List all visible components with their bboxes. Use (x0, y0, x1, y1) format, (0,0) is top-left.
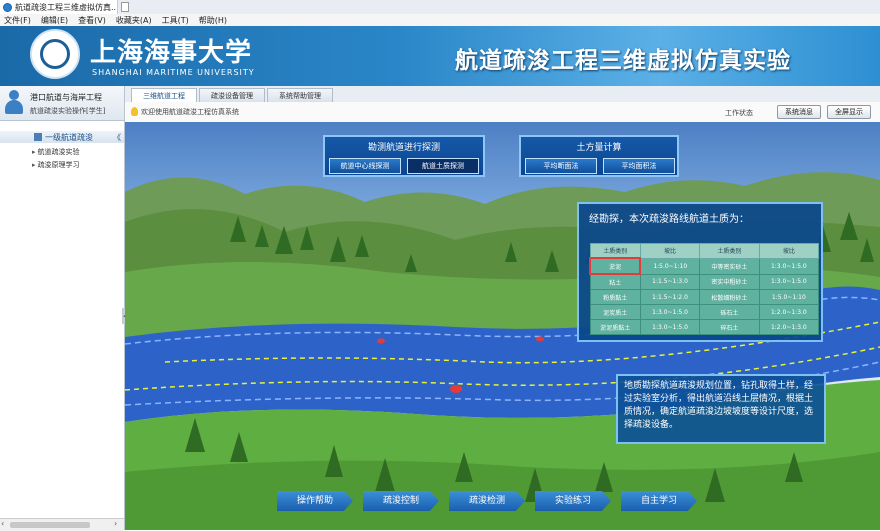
table-row: 淤泥质黏土 1:3.0~1:5.0 碎石土 1:2.0~1:3.0 (589, 319, 820, 335)
table-cell: 碎石土 (699, 319, 760, 335)
survey-panel-title: 勘测航道进行探测 (367, 143, 440, 153)
dredging-control-button[interactable]: 疏浚控制 (363, 491, 439, 511)
experiment-practice-button[interactable]: 实验练习 (535, 491, 611, 511)
table-header: 坡比 (639, 243, 701, 259)
average-section-button[interactable]: 平均断面法 (525, 158, 597, 174)
browser-tab-bar: 航道疏浚工程三维虚拟仿真... × (0, 0, 880, 15)
scroll-thumb[interactable] (10, 522, 90, 528)
nav-item-dredging-experiment[interactable]: 航道疏浚实验 (32, 147, 80, 157)
menu-tools[interactable]: 工具(T) (162, 15, 189, 26)
lightbulb-icon (131, 107, 138, 116)
table-cell: 松散细粉砂土 (699, 289, 760, 305)
table-cell[interactable]: 淤泥质黏土 (589, 319, 641, 335)
soil-info-panel: 经勘探，本次疏浚路线航道土质为： 土质类别 坡比 土质类别 坡比 淤泥 1:5.… (577, 202, 823, 342)
status-label: 工作状态 (725, 109, 753, 117)
average-area-button[interactable]: 平均面积法 (603, 158, 675, 174)
dredging-detection-button[interactable]: 疏浚检测 (449, 491, 525, 511)
table-cell: 1:3.0~1:5.0 (639, 304, 701, 320)
table-cell: 中等密实砂土 (699, 257, 760, 275)
ie-icon (3, 2, 12, 12)
university-name-cn: 上海海事大学 (90, 38, 253, 68)
nav-item-principle-study[interactable]: 疏浚原理学习 (32, 160, 80, 170)
tab-system-help[interactable]: 系统帮助管理 (267, 88, 333, 102)
3d-scene[interactable]: 勘测航道进行探测 航道中心线探测 航道土质探测 土方量计算 平均断面法 平均面积… (125, 122, 880, 530)
user-role: 航道疏浚实验操作[学生] (30, 107, 106, 115)
table-cell: 1:5.0~1:10 (639, 257, 701, 275)
table-header: 土质类别 (699, 243, 760, 259)
soil-survey-button[interactable]: 航道土质探测 (407, 158, 479, 174)
description-panel: 地质勘探航道疏浚规划位置，钻孔取得土样，经过实验室分析，得出航道沿线土层情况，根… (616, 374, 826, 444)
table-cell: 密实中粗砂土 (699, 273, 760, 290)
sub-toolbar: 欢迎使用航道疏浚工程仿真系统 工作状态 系统消息 全屏显示 (125, 102, 880, 123)
browser-tab[interactable]: 航道疏浚工程三维虚拟仿真... × (0, 0, 118, 14)
menu-help[interactable]: 帮助(H) (199, 15, 227, 26)
nav-group-label: 一级航道疏浚 (45, 133, 93, 142)
soil-info-heading: 经勘探，本次疏浚路线航道土质为： (589, 214, 749, 225)
menu-view[interactable]: 查看(V) (78, 15, 106, 26)
browser-tab-title: 航道疏浚工程三维虚拟仿真... (15, 2, 118, 12)
menu-favorites[interactable]: 收藏夹(A) (116, 15, 152, 26)
scroll-left-icon[interactable]: ‹ (1, 519, 4, 528)
soil-table: 土质类别 坡比 土质类别 坡比 淤泥 1:5.0~1:10 中等密实砂土 1:3… (588, 243, 820, 335)
operation-help-button[interactable]: 操作帮助 (277, 491, 353, 511)
table-cell: 1:3.0~1:5.0 (639, 319, 701, 335)
table-cell: 砾石土 (699, 304, 760, 320)
table-header: 坡比 (758, 243, 820, 259)
menu-file[interactable]: 文件(F) (4, 15, 31, 26)
table-cell: 1:1.5~1:3.0 (639, 273, 701, 290)
table-header: 土质类别 (589, 243, 641, 259)
sidebar: 港口航道与海岸工程 航道疏浚实验操作[学生] 一级航道疏浚 《 航道疏浚实验 疏… (0, 86, 128, 530)
table-row: 粉质黏土 1:1.5~1:2.0 松散细粉砂土 1:5.0~1:10 (589, 289, 820, 305)
table-cell[interactable]: 粘土 (589, 273, 641, 290)
user-info: 港口航道与海岸工程 航道疏浚实验操作[学生] (0, 86, 124, 121)
content-tabs: 三维航道工程 疏浚设备管理 系统帮助管理 (125, 86, 880, 103)
page-title: 航道疏浚工程三维虚拟仿真实验 (455, 48, 791, 74)
collapse-group-icon[interactable]: 《 (113, 132, 121, 143)
table-row: 淤泥 1:5.0~1:10 中等密实砂土 1:3.0~1:5.0 (588, 257, 820, 275)
sidebar-scrollbar[interactable]: ‹ › (0, 518, 124, 531)
table-row: 泥炭质土 1:3.0~1:5.0 砾石土 1:2.0~1:3.0 (589, 304, 820, 320)
university-logo (30, 29, 80, 79)
table-cell: 1:2.0~1:3.0 (758, 319, 820, 335)
new-tab-button[interactable] (121, 2, 129, 12)
earthwork-panel: 土方量计算 平均断面法 平均面积法 (519, 135, 679, 177)
menu-edit[interactable]: 编辑(E) (41, 15, 68, 26)
user-department: 港口航道与海岸工程 (30, 93, 102, 102)
table-cell[interactable]: 粉质黏土 (589, 289, 641, 305)
scroll-right-icon[interactable]: › (114, 519, 117, 528)
welcome-hint: 欢迎使用航道疏浚工程仿真系统 (141, 108, 239, 116)
folder-icon (34, 133, 42, 141)
table-cell: 1:1.5~1:2.0 (639, 289, 701, 305)
table-cell: 1:3.0~1:5.0 (758, 257, 820, 275)
site-header: 上海海事大学 SHANGHAI MARITIME UNIVERSITY 航道疏浚… (0, 26, 880, 86)
self-study-button[interactable]: 自主学习 (621, 491, 697, 511)
fullscreen-button[interactable]: 全屏显示 (827, 105, 871, 119)
system-message-button[interactable]: 系统消息 (777, 105, 821, 119)
table-cell-selected[interactable]: 淤泥 (588, 257, 642, 275)
table-cell: 1:5.0~1:10 (758, 289, 820, 305)
table-cell: 1:3.0~1:5.0 (758, 273, 820, 290)
table-cell[interactable]: 泥炭质土 (589, 304, 641, 320)
menu-bar: 文件(F) 编辑(E) 查看(V) 收藏夹(A) 工具(T) 帮助(H) (0, 14, 880, 26)
university-name-en: SHANGHAI MARITIME UNIVERSITY (92, 68, 255, 77)
user-icon (3, 90, 25, 114)
earthwork-panel-title: 土方量计算 (576, 143, 622, 153)
tab-equipment[interactable]: 疏浚设备管理 (199, 88, 265, 102)
survey-panel: 勘测航道进行探测 航道中心线探测 航道土质探测 (323, 135, 485, 177)
table-cell: 1:2.0~1:3.0 (758, 304, 820, 320)
tab-3d-waterway[interactable]: 三维航道工程 (131, 88, 197, 103)
nav-group-header[interactable]: 一级航道疏浚 《 (0, 131, 124, 143)
centerline-survey-button[interactable]: 航道中心线探测 (329, 158, 401, 174)
table-row: 粘土 1:1.5~1:3.0 密实中粗砂土 1:3.0~1:5.0 (589, 273, 820, 290)
